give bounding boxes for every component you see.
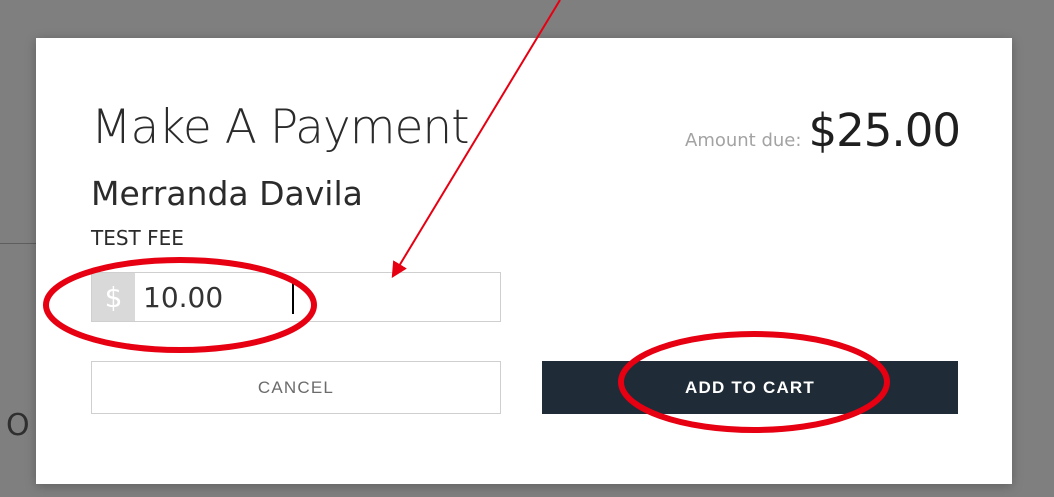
payer-name: Merranda Davila [91, 174, 363, 213]
payment-modal: Make A Payment Merranda Davila TEST FEE … [36, 38, 1012, 484]
amount-due-value: $25.00 [808, 104, 961, 157]
fee-name: TEST FEE [91, 226, 184, 250]
amount-due-label: Amount due: [685, 130, 802, 151]
cancel-button[interactable]: CANCEL [91, 361, 501, 414]
add-to-cart-button[interactable]: ADD TO CART [542, 361, 958, 414]
payment-amount-field[interactable]: $ [91, 272, 501, 322]
text-caret [292, 280, 294, 314]
payment-amount-input[interactable] [135, 274, 500, 320]
background-fragment-text: O [6, 408, 30, 443]
background-divider [0, 243, 40, 244]
page-title: Make A Payment [91, 100, 470, 155]
amount-due: Amount due: $25.00 [685, 104, 961, 157]
currency-symbol: $ [92, 273, 135, 321]
